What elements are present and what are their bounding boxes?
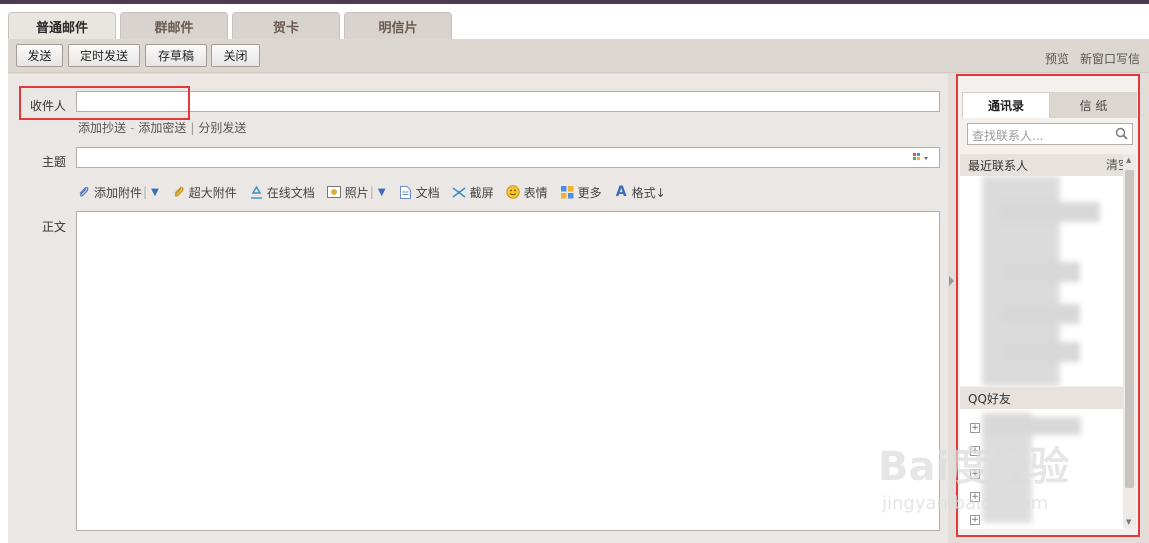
tab-greeting-card[interactable]: 贺卡 [232,12,340,40]
photo-button[interactable]: 照片 | ▼ [327,184,386,201]
screenshot-label: 截屏 [469,185,494,200]
document-label: 文档 [415,185,440,200]
blurred-contact [986,417,1081,435]
tab-stationery[interactable]: 信 纸 [1050,92,1137,118]
format-button[interactable]: A 格式↓ [614,184,666,201]
grid-icon [560,185,575,200]
body-editor[interactable] [76,211,940,531]
add-bcc-link[interactable]: 添加密送 [138,121,186,135]
tab-group-mail[interactable]: 群邮件 [120,12,228,40]
preview-link[interactable]: 预览 [1045,50,1069,67]
qq-friends-list[interactable]: + + + + + [960,409,1124,529]
subject-label: 主题 [42,155,67,169]
subject-input[interactable] [76,147,940,168]
body-label: 正文 [42,220,67,234]
add-cc-link[interactable]: 添加抄送 [78,121,126,135]
send-button[interactable]: 发送 [16,44,63,67]
smiley-icon [506,185,521,200]
expand-group-icon[interactable]: + [970,492,980,502]
emoji-label: 表情 [523,185,548,200]
recent-contacts-header: 最近联系人 [960,154,1124,176]
chevron-down-icon[interactable]: ▼ [378,187,386,198]
compose-toolbar: 发送 定时发送 存草稿 关闭 预览 新窗口写信 [8,39,1149,73]
photo-label: 照片 [344,185,369,200]
attachment-toolbar: 添加附件 | ▼ 超大附件 在线文档 照片 | ▼ 文档 截屏 表情 更多 A … [76,183,678,201]
paperclip-icon [76,185,91,200]
recent-contacts-title: 最近联系人 [968,158,1029,173]
add-attachment-button[interactable]: 添加附件 | ▼ [76,184,159,201]
contacts-panel: 通讯录 信 纸 查找联系人... 最近联系人 清空 QQ好友 + + + + +… [956,74,1140,537]
online-doc-label: 在线文档 [266,185,315,200]
document-icon [398,185,413,200]
screenshot-button[interactable]: 截屏 [452,184,494,201]
more-label: 更多 [577,185,602,200]
tab-contacts[interactable]: 通讯录 [962,92,1050,118]
blurred-contact [1000,342,1080,362]
tab-postcard[interactable]: 明信片 [344,12,452,40]
contact-search-input[interactable]: 查找联系人... [967,123,1133,145]
online-doc-button[interactable]: 在线文档 [249,184,315,201]
scroll-up-arrow-icon[interactable]: ▲ [1126,156,1131,164]
add-attachment-label: 添加附件 [94,185,143,200]
recycle-icon [249,185,264,200]
divider: | [143,185,148,199]
recent-contacts-list[interactable] [960,176,1124,386]
divider: | [369,185,374,199]
save-draft-button[interactable]: 存草稿 [145,44,207,67]
bar-separator: | [190,121,195,135]
font-a-icon: A [615,184,627,200]
document-button[interactable]: 文档 [398,184,440,201]
blurred-contact [1000,304,1080,324]
search-placeholder: 查找联系人... [972,129,1044,143]
more-button[interactable]: 更多 [560,184,602,201]
to-input[interactable] [76,91,940,112]
expand-group-icon[interactable]: + [970,446,980,456]
color-picker-icon[interactable] [913,152,933,166]
expand-group-icon[interactable]: + [970,469,980,479]
qq-friends-title: QQ好友 [968,391,1011,406]
to-highlight-box [19,86,190,120]
tab-normal-mail[interactable]: 普通邮件 [8,12,116,40]
chevron-down-icon[interactable]: ▼ [151,187,159,198]
blurred-contact [1000,202,1100,222]
recipient-options: 添加抄送 - 添加密送 | 分别发送 [78,119,246,136]
expand-group-icon[interactable]: + [970,515,980,525]
separate-send-link[interactable]: 分别发送 [198,121,246,135]
large-paperclip-icon [171,185,186,200]
scrollbar-thumb[interactable] [1125,170,1134,488]
top-accent-bar [0,0,1149,4]
compose-tabs: 普通邮件 群邮件 贺卡 明信片 [8,12,452,40]
search-icon[interactable] [1115,127,1128,140]
dash-separator: - [130,121,135,135]
large-attachment-label: 超大附件 [188,185,237,200]
scroll-down-arrow-icon[interactable]: ▼ [1126,518,1131,526]
scheduled-send-button[interactable]: 定时发送 [68,44,140,67]
new-window-link[interactable]: 新窗口写信 [1080,50,1140,67]
contacts-scrollbar[interactable]: ▲ ▼ [1123,154,1136,528]
format-label: 格式↓ [631,185,666,200]
collapse-panel-arrow-icon[interactable] [949,276,954,286]
qq-friends-header: QQ好友 [960,387,1124,409]
photo-icon [327,185,342,200]
large-attachment-button[interactable]: 超大附件 [171,184,237,201]
blurred-contact [1000,262,1080,282]
expand-group-icon[interactable]: + [970,423,980,433]
scissors-icon [452,185,467,200]
emoji-button[interactable]: 表情 [506,184,548,201]
close-button[interactable]: 关闭 [211,44,260,67]
